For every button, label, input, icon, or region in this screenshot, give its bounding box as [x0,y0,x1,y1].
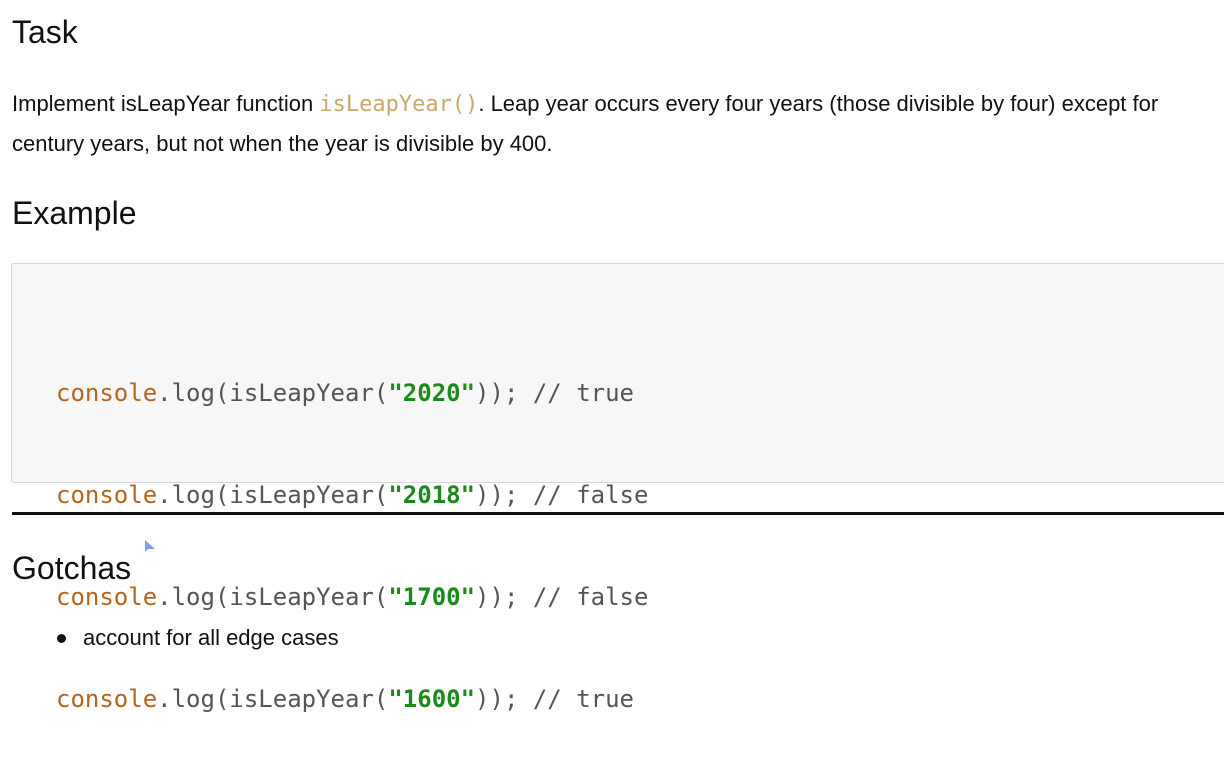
code-method: .log(isLeapYear( [157,583,389,611]
code-line: console.log(isLeapYear("1700")); // fals… [56,580,648,614]
code-line: console.log(isLeapYear("2020")); // true [56,376,648,410]
code-method: .log(isLeapYear( [157,685,389,713]
code-close: )); [475,583,533,611]
example-heading: Example [12,195,137,231]
code-line: console.log(isLeapYear("1600")); // true [56,682,648,716]
code-block: console.log(isLeapYear("2020")); // true… [11,263,1224,713]
code-method: .log(isLeapYear( [157,481,389,509]
code-comment: // true [532,685,634,713]
task-description: Implement isLeapYear function isLeapYear… [12,84,1212,163]
code-comment: // false [532,481,649,509]
code-comment: // true [532,379,634,407]
gotchas-list: account for all edge cases [0,620,339,656]
inline-code-isleapyear: isLeapYear() [319,92,479,117]
code-object: console [56,685,158,713]
gotchas-heading: Gotchas [12,550,132,586]
list-item: account for all edge cases [0,620,339,656]
code-close: )); [475,481,533,509]
task-heading: Task [12,14,78,50]
task-text-before: Implement isLeapYear function [12,91,320,116]
document-page: Task Implement isLeapYear function isLea… [0,0,1224,713]
code-close: )); [475,379,533,407]
code-comment: // false [532,583,649,611]
code-string: "2020" [388,379,476,407]
code-object: console [56,379,158,407]
code-method: .log(isLeapYear( [157,379,389,407]
list-item-text: account for all edge cases [83,625,339,650]
code-close: )); [475,685,533,713]
code-string: "1700" [388,583,476,611]
code-string: "2018" [388,481,476,509]
code-string: "1600" [388,685,476,713]
code-object: console [56,481,158,509]
bullet-icon [57,634,66,643]
code-line: console.log(isLeapYear("2018")); // fals… [56,478,648,512]
horizontal-rule [12,512,1224,515]
mouse-cursor-icon [145,540,155,552]
